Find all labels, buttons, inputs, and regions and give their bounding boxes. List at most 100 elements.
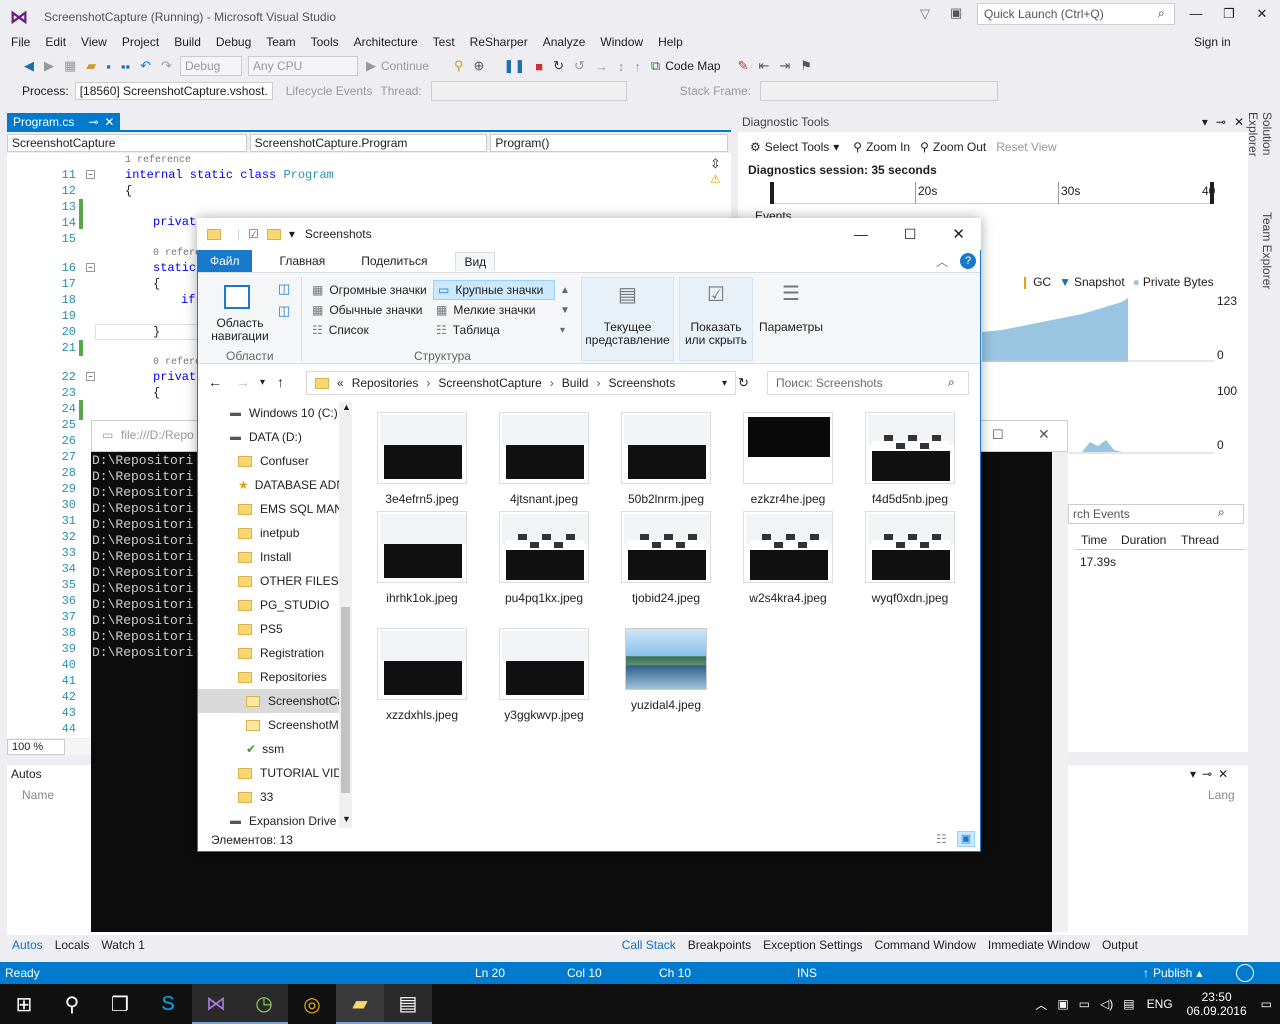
save-all-icon[interactable]: ▪▪ <box>121 59 130 74</box>
breadcrumb-item[interactable]: Repositories <box>352 376 419 390</box>
tool-tab[interactable]: Immediate Window <box>988 938 1090 952</box>
menu-item[interactable]: Tools <box>311 35 339 49</box>
split-editor-icon[interactable]: ⇳ <box>710 156 721 172</box>
file-thumbnail[interactable]: tjobid24.jpeg <box>620 511 712 605</box>
tool-tab[interactable]: Watch 1 <box>101 938 145 952</box>
task-view-icon[interactable]: ❐ <box>96 984 144 1024</box>
stop-icon[interactable]: ■ <box>535 59 543 74</box>
layout-table[interactable]: ☷ Таблица <box>436 323 500 337</box>
minimize-button[interactable]: — <box>1186 6 1206 24</box>
tree-item[interactable]: Registration <box>198 641 340 665</box>
thread-combo[interactable] <box>430 81 627 101</box>
file-thumbnail[interactable]: ezkzr4he.jpeg <box>742 412 834 506</box>
col-duration[interactable]: Duration <box>1121 533 1181 547</box>
step-over-icon[interactable]: ↕ <box>618 59 625 74</box>
timeline-ruler[interactable]: 20s 30s 40 <box>770 182 1215 204</box>
pin-icon[interactable]: ⊸ <box>1202 767 1212 781</box>
autos-col-lang[interactable]: Lang <box>1208 788 1235 802</box>
dropdown-icon[interactable]: ▾ <box>1190 767 1196 781</box>
fold-toggle-icon[interactable]: − <box>86 372 95 381</box>
project-combo[interactable]: ScreenshotCapture <box>7 134 247 152</box>
language-indicator[interactable]: ENG <box>1147 997 1173 1011</box>
volume-icon[interactable]: ◁) <box>1100 997 1113 1011</box>
menu-item[interactable]: Test <box>433 35 455 49</box>
tree-item[interactable]: ▬ DATA (D:) <box>198 425 340 449</box>
tool-tab[interactable]: Output <box>1102 938 1138 952</box>
layout-list[interactable]: ☷ Список <box>312 323 369 337</box>
tree-item[interactable]: PG_STUDIO <box>198 593 340 617</box>
code-map-icon[interactable]: ⧉ <box>651 58 660 74</box>
recent-icon[interactable]: ▾ <box>260 377 265 388</box>
feedback-icon[interactable]: ▣ <box>950 5 962 21</box>
search-icon[interactable]: ⌕ <box>948 375 955 390</box>
file-thumbnail[interactable]: wyqf0xdn.jpeg <box>864 511 956 605</box>
platform-combo[interactable]: Any CPU <box>247 56 358 76</box>
scroll-thumb[interactable] <box>341 607 350 793</box>
save-icon[interactable]: ▪ <box>106 59 111 74</box>
navigation-pane-icon[interactable] <box>224 285 250 309</box>
tool-tab[interactable]: Locals <box>55 938 90 952</box>
tab-file[interactable]: Файл <box>198 250 252 272</box>
console-close-button[interactable]: ✕ <box>1038 426 1050 443</box>
clock[interactable]: 23:50 06.09.2016 <box>1187 990 1247 1018</box>
layout-large-icons[interactable]: ▭ Крупные значки <box>433 280 555 300</box>
network-icon[interactable]: ▭ <box>1079 997 1090 1011</box>
tab-program-cs[interactable]: Program.cs ⊸ ✕ <box>7 113 121 131</box>
new-folder-icon[interactable] <box>266 228 281 240</box>
show-next-icon[interactable]: ↺ <box>574 58 585 74</box>
gear-icon[interactable]: ⚙ <box>750 140 761 154</box>
fold-toggle-icon[interactable]: − <box>86 170 95 179</box>
tree-item[interactable]: TUTORIAL VIDE <box>198 761 340 785</box>
file-thumbnail[interactable]: w2s4kra4.jpeg <box>742 511 834 605</box>
screenshot-capture-app-icon[interactable]: ◷ <box>240 984 288 1024</box>
team-explorer-tab[interactable]: Team Explorer <box>1256 212 1274 292</box>
comment-icon[interactable]: ⇤ <box>758 58 769 74</box>
properties-icon[interactable]: ☑ <box>248 227 259 241</box>
find-icon[interactable]: ⚲ <box>454 58 464 74</box>
pin-icon[interactable]: ⊸ <box>88 115 98 129</box>
continue-button[interactable]: Continue <box>381 59 429 73</box>
tree-item[interactable]: ScreenshotCa <box>198 689 340 713</box>
console-maximize-button[interactable]: ☐ <box>992 427 1004 443</box>
class-combo[interactable]: ScreenshotCapture.Program <box>249 134 488 152</box>
file-thumbnail[interactable]: 3e4efrn5.jpeg <box>376 412 468 506</box>
details-pane-icon[interactable]: ◫ <box>278 303 290 319</box>
tab-share[interactable]: Поделиться <box>353 252 435 270</box>
tree-item[interactable]: ScreenshotM <box>198 713 340 737</box>
event-row-time[interactable]: 17.39s <box>1080 555 1116 569</box>
file-thumbnail[interactable]: xzzdxhls.jpeg <box>376 628 468 722</box>
lifecycle-events[interactable]: Lifecycle Events <box>286 84 373 98</box>
process-combo[interactable]: [18560] ScreenshotCapture.vshost. <box>74 82 273 100</box>
warning-icon[interactable]: ⚠ <box>710 172 721 186</box>
tray-app-icon[interactable]: ▣ <box>1057 997 1068 1011</box>
breadcrumb-separator-icon[interactable]: › <box>426 376 430 390</box>
scroll-down-icon[interactable]: ▼ <box>342 814 351 824</box>
filter-icon[interactable]: ▽ <box>920 6 930 22</box>
close-tab-icon[interactable]: ✕ <box>104 115 114 129</box>
restart-icon[interactable]: ↻ <box>553 58 564 74</box>
file-thumbnail[interactable]: 4jtsnant.jpeg <box>498 412 590 506</box>
step-into-icon[interactable]: → <box>595 59 608 74</box>
tree-item[interactable]: ✔ ssm <box>198 737 340 761</box>
sign-in-link[interactable]: Sign in <box>1194 35 1231 49</box>
tab-view[interactable]: Вид <box>455 251 496 271</box>
bookmark-icon[interactable]: ⚑ <box>800 58 812 74</box>
navigation-pane-button[interactable]: Область навигации <box>208 317 272 343</box>
config-combo[interactable]: Debug <box>179 56 242 76</box>
menu-item[interactable]: Build <box>174 35 201 49</box>
breadcrumb-overflow[interactable]: « <box>337 376 344 390</box>
layout-scroll[interactable]: ▲ ▼ ▾ <box>560 281 570 341</box>
show-hide-button[interactable]: ☑ Показать или скрыть <box>679 277 753 361</box>
dropdown-icon[interactable]: ▾ <box>1202 115 1208 129</box>
console-taskbar-icon[interactable]: ▤ <box>384 984 432 1024</box>
tree-item[interactable]: inetpub <box>198 521 340 545</box>
breadcrumb-separator-icon[interactable]: › <box>596 376 600 390</box>
publish-icon[interactable]: ↑ <box>1143 966 1149 980</box>
close-button[interactable]: ✕ <box>952 225 965 243</box>
console-scrollbar[interactable] <box>1052 452 1068 932</box>
codelens-reference[interactable]: 1 reference <box>125 155 191 166</box>
chevron-up-icon[interactable]: ▴ <box>1196 966 1202 980</box>
menu-item[interactable]: Team <box>266 35 295 49</box>
up-icon[interactable]: ↑ <box>277 374 284 390</box>
search-icon[interactable]: ⌕ <box>1158 6 1165 21</box>
